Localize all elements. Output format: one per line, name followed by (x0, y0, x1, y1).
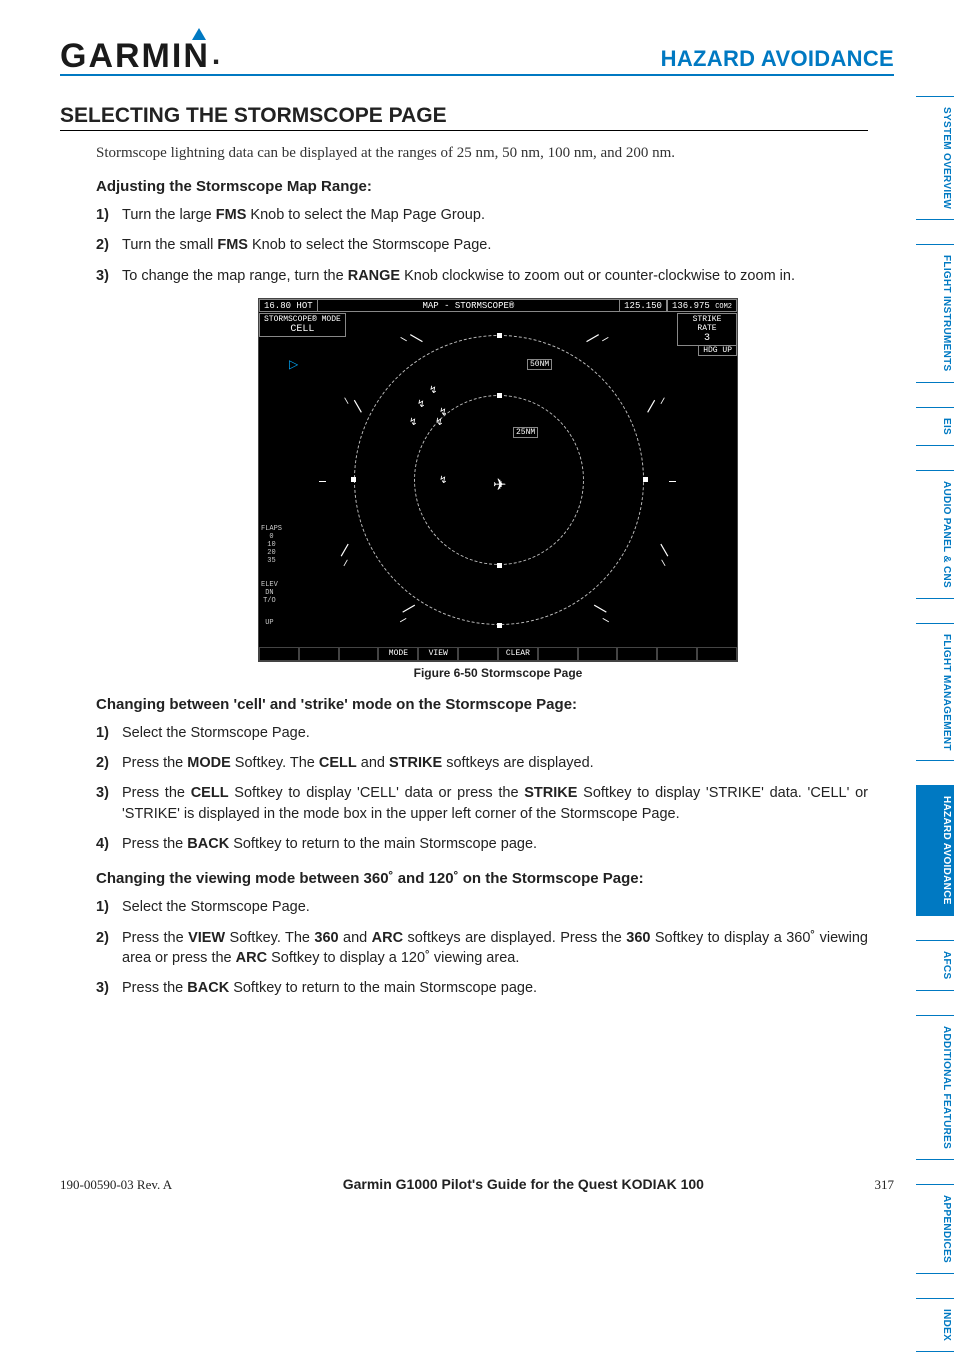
elev-gauge: ELEV DN T/O UP (261, 581, 278, 627)
garmin-logo: GARMIN. (60, 38, 220, 72)
procedure-steps-1: Turn the large FMS Knob to select the Ma… (96, 205, 868, 286)
chapter-title: HAZARD AVOIDANCE (661, 46, 894, 72)
strike-rate-box: STRIKE RATE 3 (677, 313, 737, 346)
tab-eis[interactable]: EIS (916, 407, 954, 446)
softkey[interactable] (259, 647, 299, 661)
softkey[interactable] (657, 647, 697, 661)
tick-icon: ⎯⎺ (337, 394, 361, 420)
tick-icon: ⎯⎺ (337, 544, 361, 570)
heading-bug-icon: ▷ (289, 357, 298, 372)
softkey-mode[interactable]: MODE (378, 647, 418, 661)
lightning-icon: ↯ (435, 417, 443, 429)
range-outer-badge: 50NM (527, 359, 552, 370)
flaps-gauge: FLAPS 0 10 20 35 (261, 525, 282, 565)
softkey[interactable] (697, 647, 737, 661)
range-inner-badge: 25NM (513, 427, 538, 438)
softkey[interactable] (458, 647, 498, 661)
softkey[interactable] (339, 647, 379, 661)
tab-appendices[interactable]: APPENDICES (916, 1184, 954, 1274)
procedure-steps-2: Select the Stormscope Page. Press the MO… (96, 723, 868, 854)
doc-title: Garmin G1000 Pilot's Guide for the Quest… (343, 1176, 704, 1192)
softkey-clear[interactable]: CLEAR (498, 647, 538, 661)
tick-icon: ⎺⎯ (647, 394, 671, 420)
softkey-bar: MODE VIEW CLEAR (259, 647, 737, 661)
tick-icon: ⎯ (669, 474, 676, 490)
tick-icon: ⎯ (319, 474, 326, 490)
softkey-view[interactable]: VIEW (418, 647, 458, 661)
softkey[interactable] (299, 647, 339, 661)
page-footer: 190-00590-03 Rev. A Garmin G1000 Pilot's… (60, 1176, 894, 1193)
tab-flight-management[interactable]: FLIGHT MANAGEMENT (916, 623, 954, 762)
step: Turn the large FMS Knob to select the Ma… (96, 205, 868, 225)
tab-audio-cns[interactable]: AUDIO PANEL & CNS (916, 470, 954, 599)
tick-icon: ⎯⎺ (396, 331, 422, 355)
step: Press the BACK Softkey to return to the … (96, 978, 868, 998)
mode-box: STORMSCOPE® MODE CELL (259, 313, 346, 337)
softkey[interactable] (538, 647, 578, 661)
step: Select the Stormscope Page. (96, 723, 868, 743)
tab-additional-features[interactable]: ADDITIONAL FEATURES (916, 1015, 954, 1160)
procedure-steps-3: Select the Stormscope Page. Press the VI… (96, 897, 868, 998)
tab-index[interactable]: INDEX (916, 1298, 954, 1352)
tab-flight-instruments[interactable]: FLIGHT INSTRUMENTS (916, 244, 954, 383)
softkey[interactable] (617, 647, 657, 661)
step: Turn the small FMS Knob to select the St… (96, 235, 868, 255)
figure-caption: Figure 6-50 Stormscope Page (128, 666, 868, 680)
page-number: 317 (874, 1177, 894, 1193)
lightning-icon: ↯ (417, 399, 425, 411)
lightning-icon: ↯ (439, 475, 447, 487)
step: To change the map range, turn the RANGE … (96, 266, 868, 286)
step: Press the CELL Softkey to display 'CELL'… (96, 783, 868, 824)
step: Press the VIEW Softkey. The 360 and ARC … (96, 928, 868, 969)
brand-text: GARMIN (60, 41, 210, 72)
ownship-icon: ✈ (493, 475, 506, 495)
procedure-heading-2: Changing between 'cell' and 'strike' mod… (96, 696, 868, 713)
side-tabs: SYSTEM OVERVIEW FLIGHT INSTRUMENTS EIS A… (916, 96, 954, 1352)
step: Press the MODE Softkey. The CELL and STR… (96, 753, 868, 773)
procedure-heading-1: Adjusting the Stormscope Map Range: (96, 178, 868, 195)
tab-hazard-avoidance[interactable]: HAZARD AVOIDANCE (916, 785, 954, 916)
page-header: GARMIN. HAZARD AVOIDANCE (60, 38, 894, 76)
lightning-icon: ↯ (409, 417, 417, 429)
tick-icon: ⎺⎯ (586, 605, 612, 629)
tab-afcs[interactable]: AFCS (916, 940, 954, 990)
tick-icon: ⎯⎺ (396, 605, 422, 629)
tab-system-overview[interactable]: SYSTEM OVERVIEW (916, 96, 954, 220)
section-heading: SELECTING THE STORMSCOPE PAGE (60, 104, 868, 131)
tick-icon: ⎺⎯ (586, 331, 612, 355)
lightning-icon: ↯ (429, 385, 437, 397)
step: Select the Stormscope Page. (96, 897, 868, 917)
intro-paragraph: Stormscope lightning data can be display… (96, 145, 868, 162)
doc-number: 190-00590-03 Rev. A (60, 1177, 172, 1193)
stormscope-display: 16.80 HOT MAP - STORMSCOPE® 125.150 136.… (258, 298, 738, 662)
procedure-heading-3: Changing the viewing mode between 360˚ a… (96, 870, 868, 887)
tick-icon: ⎺⎯ (647, 544, 671, 570)
step: Press the BACK Softkey to return to the … (96, 834, 868, 854)
figure-stormscope: 16.80 HOT MAP - STORMSCOPE® 125.150 136.… (128, 298, 868, 680)
softkey[interactable] (578, 647, 618, 661)
hdg-label: HDG UP (698, 345, 737, 356)
